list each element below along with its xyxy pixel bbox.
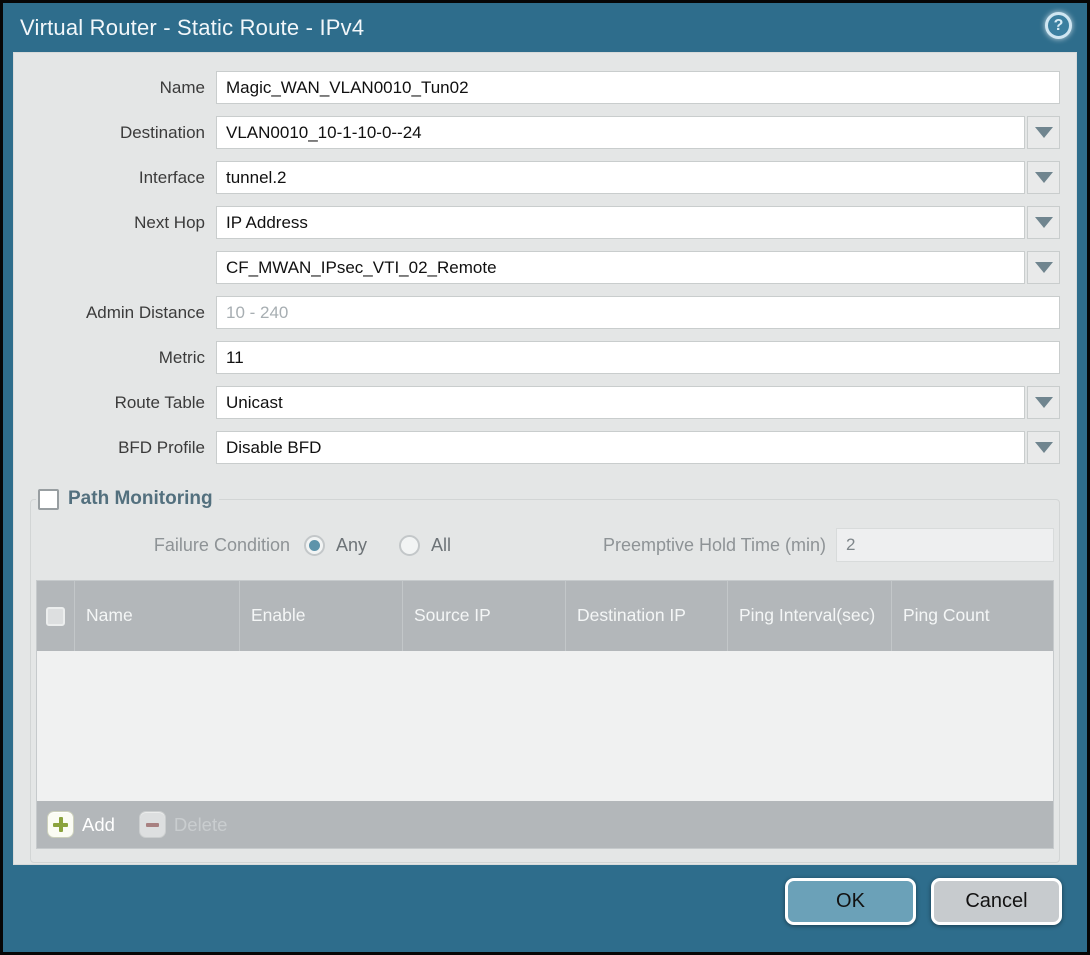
dialog-body: Name Destination Interface Next Hop — [13, 52, 1077, 865]
interface-label: Interface — [30, 168, 216, 188]
form-row-route-table: Route Table — [30, 386, 1060, 419]
delete-button-label: Delete — [174, 814, 227, 836]
destination-label: Destination — [30, 123, 216, 143]
form-row-metric: Metric — [30, 341, 1060, 374]
select-all-checkbox[interactable] — [46, 607, 65, 626]
preemptive-hold-time-input[interactable] — [836, 528, 1054, 562]
chevron-down-icon — [1035, 127, 1053, 138]
next-hop-address-dropdown-button[interactable] — [1027, 251, 1060, 284]
next-hop-label: Next Hop — [30, 213, 216, 233]
path-monitoring-section: Path Monitoring Failure Condition Any Al… — [30, 488, 1060, 863]
form-row-interface: Interface — [30, 161, 1060, 194]
destination-input[interactable] — [216, 116, 1025, 149]
bfd-profile-dropdown-button[interactable] — [1027, 431, 1060, 464]
form-row-name: Name — [30, 71, 1060, 104]
path-monitoring-checkbox[interactable] — [38, 489, 59, 510]
cancel-button[interactable]: Cancel — [931, 878, 1062, 925]
next-hop-type-dropdown-button[interactable] — [1027, 206, 1060, 239]
form-row-bfd-profile: BFD Profile — [30, 431, 1060, 464]
table-empty-body — [37, 651, 1053, 801]
bfd-profile-label: BFD Profile — [30, 438, 216, 458]
name-label: Name — [30, 78, 216, 98]
failure-condition-all-label: All — [431, 535, 451, 556]
next-hop-address-input[interactable] — [216, 251, 1025, 284]
bfd-profile-input[interactable] — [216, 431, 1025, 464]
admin-distance-label: Admin Distance — [30, 303, 216, 323]
failure-condition-all-radio[interactable] — [399, 535, 420, 556]
table-header-checkbox-cell — [37, 581, 74, 651]
failure-condition-label: Failure Condition — [36, 535, 304, 556]
destination-dropdown-button[interactable] — [1027, 116, 1060, 149]
failure-condition-any-label: Any — [336, 535, 367, 556]
route-table-input[interactable] — [216, 386, 1025, 419]
metric-label: Metric — [30, 348, 216, 368]
table-header-source-ip[interactable]: Source IP — [402, 581, 565, 651]
plus-icon — [47, 811, 74, 838]
form-row-destination: Destination — [30, 116, 1060, 149]
route-table-dropdown-button[interactable] — [1027, 386, 1060, 419]
next-hop-type-input[interactable] — [216, 206, 1025, 239]
preemptive-hold-time-label: Preemptive Hold Time (min) — [603, 535, 836, 556]
dialog-footer: OK Cancel — [3, 865, 1087, 952]
chevron-down-icon — [1035, 397, 1053, 408]
table-header-ping-count[interactable]: Ping Count — [891, 581, 1053, 651]
chevron-down-icon — [1035, 217, 1053, 228]
metric-input[interactable] — [216, 341, 1060, 374]
interface-input[interactable] — [216, 161, 1025, 194]
chevron-down-icon — [1035, 172, 1053, 183]
static-route-dialog: Virtual Router - Static Route - IPv4 ? N… — [0, 0, 1090, 955]
path-monitoring-title: Path Monitoring — [68, 488, 213, 510]
add-button-label: Add — [82, 814, 115, 836]
chevron-down-icon — [1035, 262, 1053, 273]
table-header-name[interactable]: Name — [74, 581, 239, 651]
table-header-enable[interactable]: Enable — [239, 581, 402, 651]
admin-distance-input[interactable] — [216, 296, 1060, 329]
minus-icon — [139, 811, 166, 838]
form-row-next-hop: Next Hop — [30, 206, 1060, 239]
table-header-destination-ip[interactable]: Destination IP — [565, 581, 727, 651]
form-row-admin-distance: Admin Distance — [30, 296, 1060, 329]
failure-condition-row: Failure Condition Any All Preemptive Hol… — [36, 528, 1054, 562]
dialog-title: Virtual Router - Static Route - IPv4 — [20, 15, 364, 41]
chevron-down-icon — [1035, 442, 1053, 453]
ok-button[interactable]: OK — [785, 878, 916, 925]
path-monitoring-table: Name Enable Source IP Destination IP Pin… — [36, 580, 1054, 849]
failure-condition-any-radio[interactable] — [304, 535, 325, 556]
title-bar: Virtual Router - Static Route - IPv4 ? — [3, 3, 1087, 52]
path-monitoring-legend: Path Monitoring — [36, 488, 219, 510]
table-header-ping-interval[interactable]: Ping Interval(sec) — [727, 581, 891, 651]
table-header-row: Name Enable Source IP Destination IP Pin… — [37, 581, 1053, 651]
help-icon[interactable]: ? — [1045, 12, 1072, 39]
table-toolbar: Add Delete — [37, 801, 1053, 848]
interface-dropdown-button[interactable] — [1027, 161, 1060, 194]
route-table-label: Route Table — [30, 393, 216, 413]
delete-button[interactable]: Delete — [139, 811, 227, 838]
form-row-next-hop-address — [30, 251, 1060, 284]
name-input[interactable] — [216, 71, 1060, 104]
add-button[interactable]: Add — [47, 811, 115, 838]
